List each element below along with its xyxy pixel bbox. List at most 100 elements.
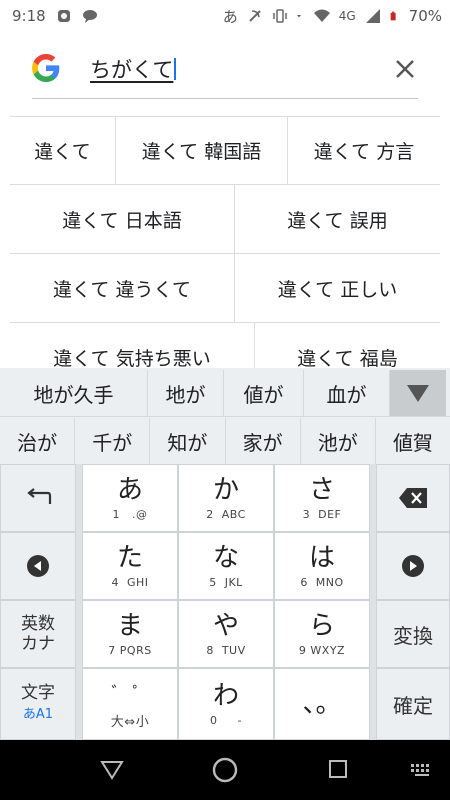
backspace-icon [399, 488, 427, 508]
kana-key-wa[interactable]: わ 0 - [178, 668, 274, 740]
kana-key-ha[interactable]: は 6 MNO [274, 532, 370, 600]
candidate-item[interactable]: 値賀 [376, 418, 450, 464]
backspace-key[interactable] [376, 464, 450, 532]
key-sub: 大⇔小 [110, 714, 150, 730]
key-sub: 7 PQRS [108, 643, 152, 657]
candidate-item[interactable]: 血が [304, 370, 390, 416]
network-type: 4G [338, 9, 356, 23]
undo-key[interactable] [0, 464, 76, 532]
key-kana: 、。 [302, 689, 342, 719]
key-sub: 0 - [210, 713, 242, 727]
candidate-item[interactable]: 治が [0, 418, 76, 464]
clear-icon[interactable] [392, 56, 418, 82]
henkan-label: 変換 [393, 623, 433, 648]
kana-key-ta[interactable]: た 4 GHI [82, 532, 178, 600]
key-sub: 6 MNO [300, 575, 344, 589]
key-sub: 8 TUV [206, 643, 246, 657]
key-sub: 3 DEF [302, 507, 342, 521]
key-sub: 2 ABC [206, 507, 246, 521]
search-query-text: ちがくて [90, 58, 174, 82]
punctuation-key[interactable]: 、。 [274, 668, 370, 740]
kana-key-ra[interactable]: ら 9 WXYZ [274, 600, 370, 668]
expand-candidates-button[interactable] [390, 370, 446, 416]
candidate-row: 治が 千が 知が 家が 池が 値賀 [0, 418, 450, 464]
search-underline [32, 98, 418, 99]
search-input[interactable]: ちがくて [90, 54, 177, 84]
suggestion-chip[interactable]: 違くて 違うくて [10, 254, 235, 322]
kakutei-key[interactable]: 確定 [376, 668, 450, 740]
moji-label: 文字 [21, 683, 55, 703]
key-kana: か [212, 474, 239, 505]
key-kana: さ [308, 474, 335, 505]
keyboard-switch-icon[interactable] [410, 763, 434, 777]
ime-indicator: あ [222, 7, 238, 26]
kana-key-ma[interactable]: ま 7 PQRS [82, 600, 178, 668]
kana-label: カナ [21, 634, 55, 654]
suggestion-chip[interactable]: 違くて [10, 117, 116, 184]
kana-key-ya[interactable]: や 8 TUV [178, 600, 274, 668]
key-kana: ゛ ゜ [111, 682, 149, 702]
suggestion-row: 違くて 日本語 違くて 誤用 [10, 185, 440, 254]
kakutei-label: 確定 [393, 693, 433, 718]
triangle-down-icon [407, 385, 429, 402]
candidate-item[interactable]: 家が [226, 418, 301, 464]
key-kana: や [212, 610, 239, 641]
eisu-kana-key[interactable]: 英数 カナ [0, 600, 76, 668]
suggestion-chip[interactable]: 違くて 誤用 [235, 185, 440, 253]
key-kana: ら [308, 610, 335, 641]
signal-icon [365, 9, 380, 23]
home-icon[interactable] [211, 756, 239, 784]
key-kana: あ [116, 474, 143, 505]
navigation-bar [0, 740, 450, 800]
candidate-item[interactable]: 値が [224, 370, 304, 416]
suggestion-chip[interactable]: 違くて 日本語 [10, 185, 235, 253]
cursor-left-key[interactable] [0, 532, 76, 600]
battery-icon [390, 11, 396, 21]
candidate-item[interactable]: 地が久手 [0, 370, 148, 416]
back-icon[interactable] [100, 760, 124, 780]
search-bar: ちがくて [0, 40, 450, 100]
suggestion-row: 違くて 違くて 韓国語 違くて 方言 [10, 116, 440, 185]
moji-mode-key[interactable]: 文字あA1 [0, 668, 76, 740]
candidate-divider [0, 416, 450, 417]
suggestion-chip[interactable]: 違くて 方言 [288, 117, 440, 184]
battery-percent: 70% [408, 7, 442, 25]
suggestion-grid: 違くて 違くて 韓国語 違くて 方言 違くて 日本語 違くて 誤用 違くて 違う… [10, 116, 440, 392]
status-bar: 9:18 あ 4G 70% [0, 0, 450, 32]
key-kana: わ [212, 680, 239, 711]
cursor-right-key[interactable] [376, 532, 450, 600]
arrow-left-icon [27, 555, 49, 577]
flick-keyboard: 英数 カナ 文字あA1 あ 1 .@ か 2 ABC さ 3 DEF た 4 GHI な 5… [0, 464, 450, 740]
suggestion-chip[interactable]: 違くて 正しい [235, 254, 440, 322]
kana-key-ka[interactable]: か 2 ABC [178, 464, 274, 532]
nfc-icon [249, 10, 261, 22]
candidate-item[interactable]: 地が [148, 370, 224, 416]
key-sub: 9 WXYZ [298, 643, 346, 657]
undo-icon [27, 488, 52, 504]
candidate-item[interactable]: 池が [301, 418, 376, 464]
key-sub: 1 .@ [112, 507, 148, 521]
chat-icon [82, 10, 97, 23]
candidate-item[interactable]: 千が [75, 418, 151, 464]
key-kana: は [308, 542, 335, 573]
candidate-row: 地が久手 地が 値が 血が [0, 370, 450, 416]
text-cursor [174, 58, 177, 80]
dakuten-key[interactable]: ゛ ゜大⇔小 [82, 668, 178, 740]
data-arrow-icon [296, 15, 301, 18]
key-kana: な [212, 542, 239, 573]
kana-key-sa[interactable]: さ 3 DEF [274, 464, 370, 532]
notification-icon [57, 10, 70, 22]
recents-icon[interactable] [328, 759, 348, 779]
key-kana: た [116, 542, 143, 573]
suggestion-row: 違くて 違うくて 違くて 正しい [10, 254, 440, 323]
moji-mode-label: あA1 [22, 707, 54, 722]
candidate-bar: 地が久手 地が 値が 血が 治が 千が 知が 家が 池が 値賀 [0, 368, 450, 464]
suggestion-chip[interactable]: 違くて 韓国語 [116, 117, 288, 184]
arrow-right-icon [402, 555, 424, 577]
kana-key-a[interactable]: あ 1 .@ [82, 464, 178, 532]
candidate-item[interactable]: 知が [150, 418, 226, 464]
wifi-icon [313, 9, 330, 22]
kana-key-na[interactable]: な 5 JKL [178, 532, 274, 600]
google-logo-icon [32, 54, 60, 82]
henkan-key[interactable]: 変換 [376, 600, 450, 668]
